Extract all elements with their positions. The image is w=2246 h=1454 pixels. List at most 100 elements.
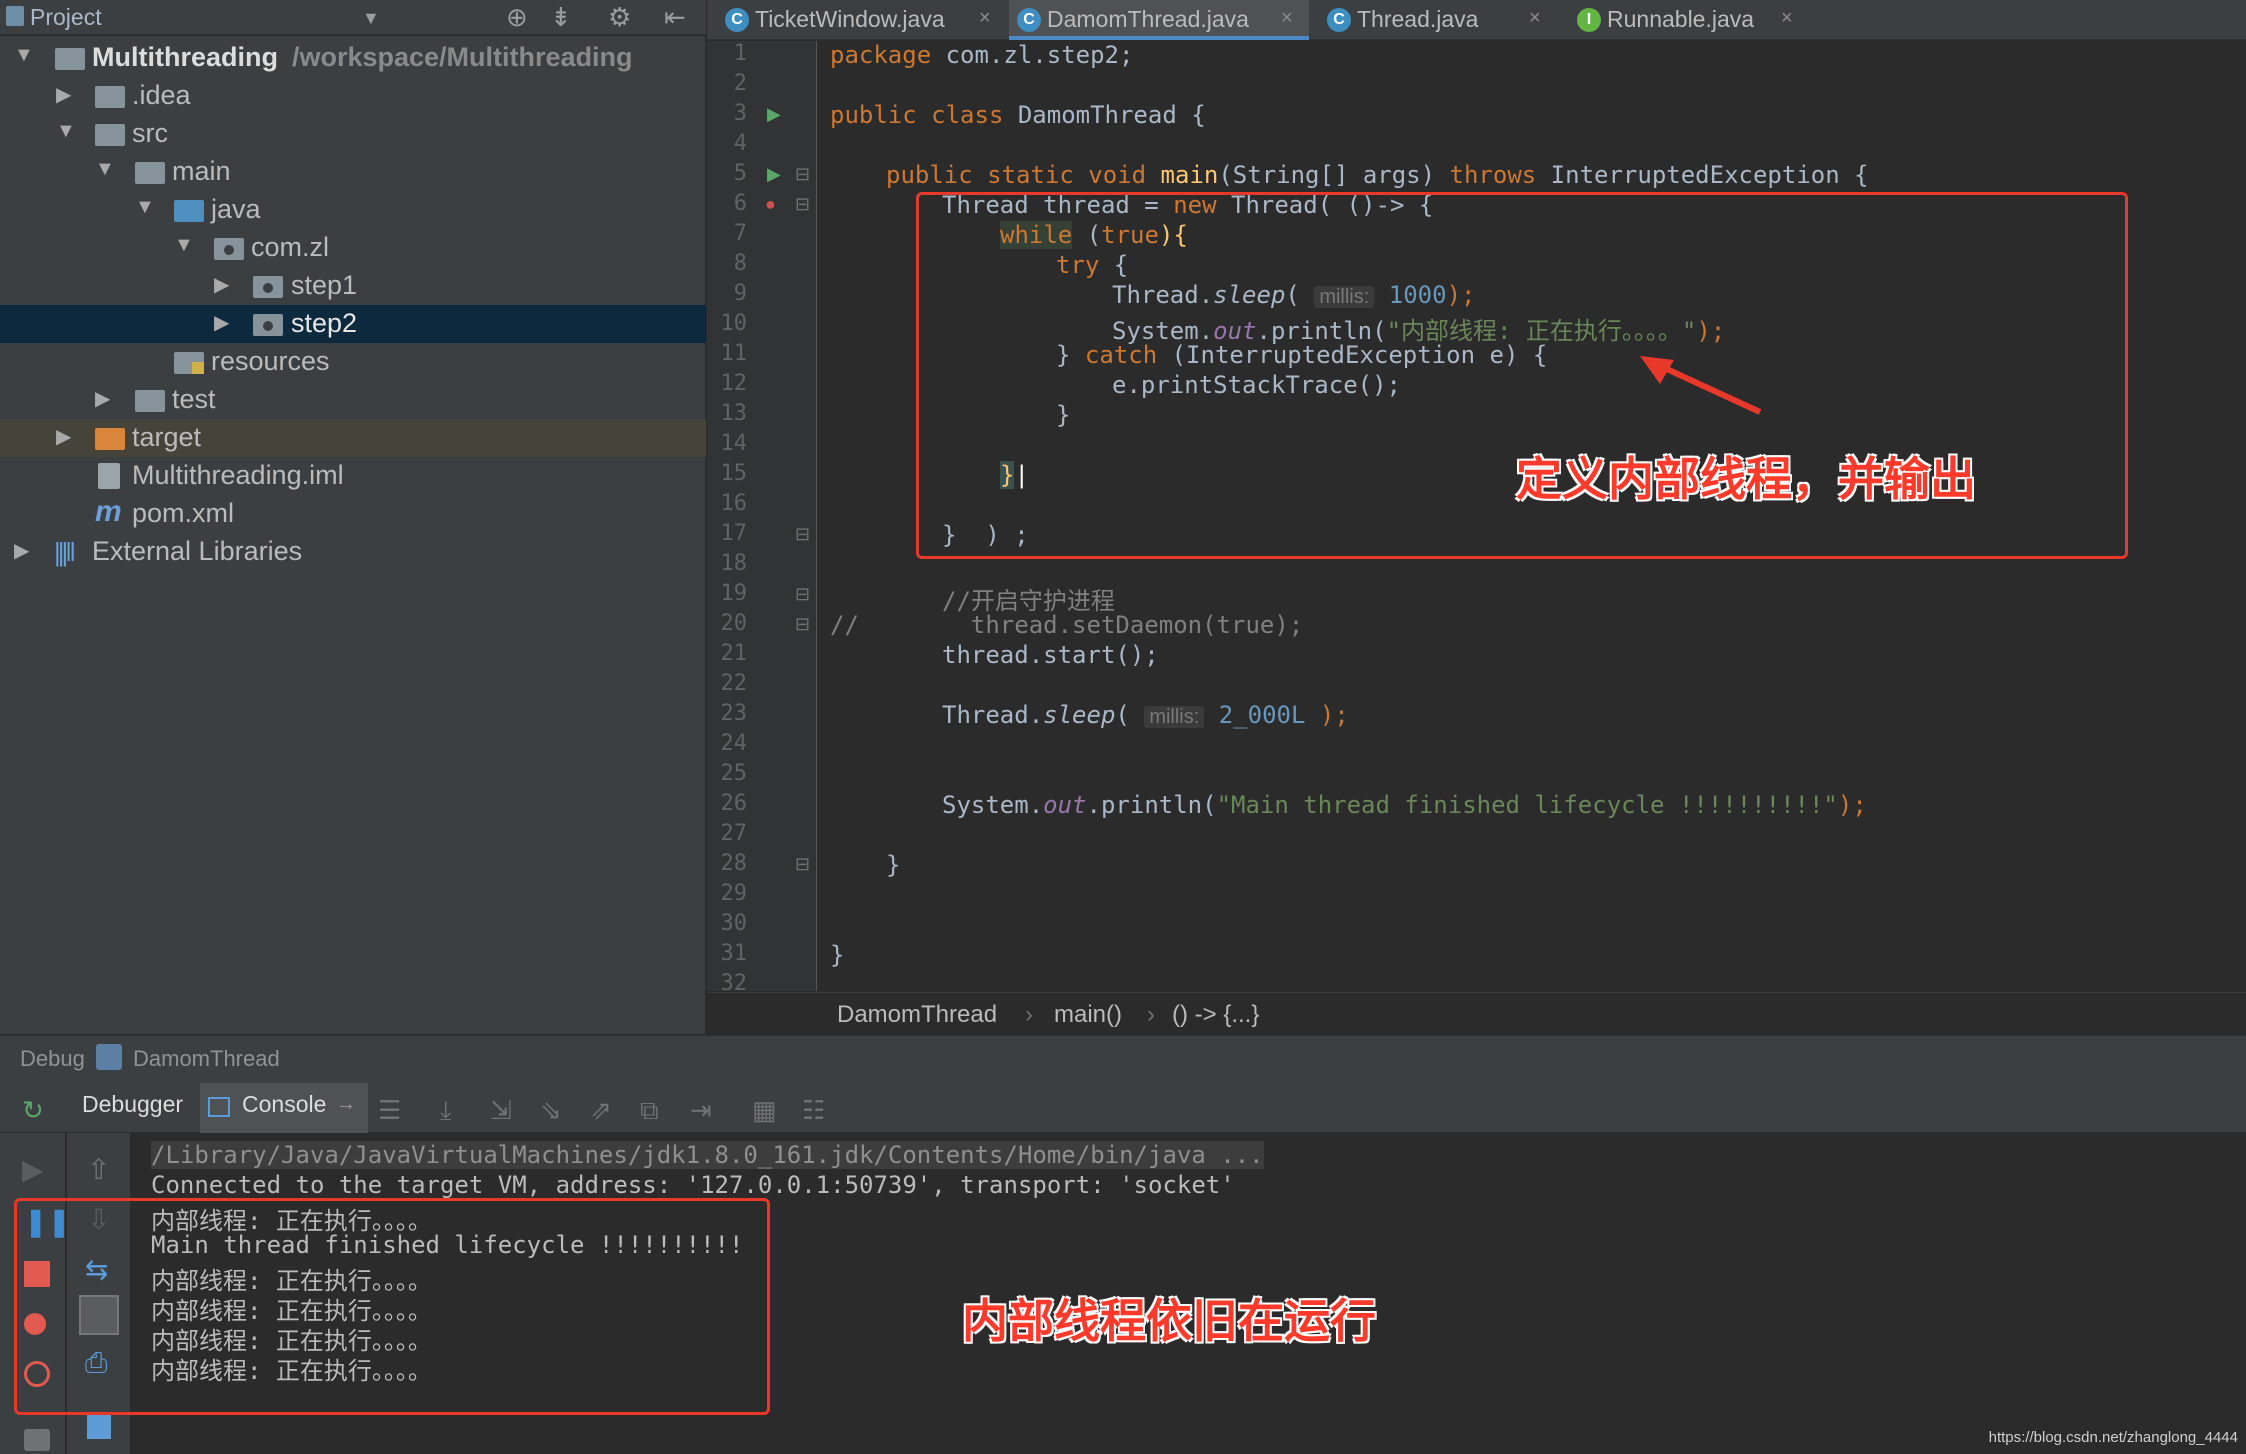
class-icon: C xyxy=(1327,8,1351,32)
step-out-icon[interactable]: ⇗ xyxy=(590,1095,612,1126)
tree-item-label: .idea xyxy=(132,80,191,110)
trace-icon[interactable]: ☷ xyxy=(802,1095,825,1126)
line-number: 17 xyxy=(720,521,748,546)
close-icon[interactable]: × xyxy=(1529,7,1541,30)
camera-icon[interactable] xyxy=(24,1429,50,1451)
run-config-name[interactable]: DamomThread xyxy=(133,1046,280,1072)
step-over-icon[interactable]: ⤓ xyxy=(440,1095,452,1127)
collapsed-arrow-icon[interactable]: ▶ xyxy=(95,386,117,411)
tree-item-idea[interactable]: ▶ .idea xyxy=(0,77,706,115)
libraries-icon: |||‖ xyxy=(54,537,76,567)
line-number: 23 xyxy=(720,701,748,726)
tree-item-label: step2 xyxy=(291,308,358,338)
show-execution-point-icon[interactable]: ☰ xyxy=(378,1095,401,1126)
debug-tool-window-header: Debug DamomThread xyxy=(0,1035,2246,1083)
drop-frame-icon[interactable]: ⧉ xyxy=(640,1095,659,1127)
breadcrumb-method[interactable]: main() xyxy=(1054,1001,1122,1029)
tab-thread[interactable]: C Thread.java × xyxy=(1319,0,1559,40)
tab-console[interactable]: Console → xyxy=(200,1083,368,1133)
rerun-icon[interactable]: ↻ xyxy=(22,1095,44,1126)
run-gutter-icon[interactable]: ▶ xyxy=(767,104,781,125)
package-icon xyxy=(253,276,283,298)
line-number: 12 xyxy=(720,371,748,396)
expanded-arrow-icon[interactable]: ▼ xyxy=(56,120,78,143)
module-folder-icon xyxy=(55,48,85,70)
tree-item-target[interactable]: ▶ target xyxy=(0,419,706,457)
breadcrumb-class[interactable]: DamomThread xyxy=(837,1001,997,1029)
line-number: 21 xyxy=(720,641,748,666)
fold-icon[interactable]: ⊟ xyxy=(795,584,810,605)
force-step-into-icon[interactable]: ⇘ xyxy=(540,1095,562,1126)
tree-item-main[interactable]: ▼ main xyxy=(0,153,706,191)
collapsed-arrow-icon[interactable]: ▶ xyxy=(14,538,36,563)
tree-item-resources[interactable]: resources xyxy=(0,343,706,381)
project-panel-title[interactable]: Project xyxy=(30,4,102,31)
close-icon[interactable]: × xyxy=(1781,7,1793,30)
hide-panel-icon[interactable]: ⇤ xyxy=(664,2,686,33)
breadcrumb-lambda[interactable]: () -> {...} xyxy=(1172,1001,1259,1029)
code-line-5: public static void main(String[] args) t… xyxy=(886,161,1869,189)
annotation-editor-note: 定义内部线程，并输出 xyxy=(1516,453,1976,505)
source-folder-icon xyxy=(174,200,204,222)
chevron-down-icon[interactable]: ▼ xyxy=(362,8,380,29)
line-number: 22 xyxy=(720,671,748,696)
fold-icon[interactable]: ⊟ xyxy=(795,524,810,545)
tree-item-src[interactable]: ▼ src xyxy=(0,115,706,153)
tree-item-iml[interactable]: Multithreading.iml xyxy=(0,457,706,495)
tree-item-test[interactable]: ▶ test xyxy=(0,381,706,419)
breakpoint-icon[interactable]: ● xyxy=(765,194,776,215)
tree-item-external-libraries[interactable]: ▶ |||‖ External Libraries xyxy=(0,533,706,571)
tree-item-com-zl[interactable]: ▼ com.zl xyxy=(0,229,706,267)
tree-item-label: src xyxy=(132,118,168,148)
expanded-arrow-icon[interactable]: ▼ xyxy=(95,158,117,181)
tree-item-step1[interactable]: ▶ step1 xyxy=(0,267,706,305)
tab-ticketwindow[interactable]: C TicketWindow.java × xyxy=(717,0,1007,40)
tree-item-multithreading[interactable]: ▼ Multithreading/workspace/Multithreadin… xyxy=(0,39,706,77)
run-gutter-icon[interactable]: ▶ xyxy=(767,164,781,185)
breadcrumb: DamomThread › main() › () -> {...} xyxy=(707,992,2246,1034)
collapsed-arrow-icon[interactable]: ▶ xyxy=(56,424,78,449)
locate-icon[interactable]: ⊕ xyxy=(506,2,528,33)
tree-item-pom[interactable]: m pom.xml xyxy=(0,495,706,533)
expanded-arrow-icon[interactable]: ▼ xyxy=(174,234,196,257)
code-line-3: public class DamomThread { xyxy=(830,101,1206,129)
close-icon[interactable]: × xyxy=(979,7,991,30)
fold-icon[interactable]: ⊟ xyxy=(795,194,810,215)
fold-icon[interactable]: ⊟ xyxy=(795,854,810,875)
line-number: 14 xyxy=(720,431,748,456)
run-to-cursor-icon[interactable]: ⇥ xyxy=(690,1095,712,1126)
line-number: 7 xyxy=(733,221,747,246)
close-icon[interactable]: × xyxy=(1281,7,1293,30)
tree-item-label: test xyxy=(172,384,216,414)
tree-item-step2[interactable]: ▶ step2 xyxy=(0,305,706,343)
resume-icon[interactable]: ▶ xyxy=(22,1153,44,1186)
collapsed-arrow-icon[interactable]: ▶ xyxy=(214,310,236,335)
tab-debugger[interactable]: Debugger xyxy=(82,1091,183,1118)
pin-arrow-icon[interactable]: → xyxy=(336,1093,356,1116)
line-number: 1 xyxy=(733,41,747,66)
evaluate-expression-icon[interactable]: ▦ xyxy=(752,1095,777,1126)
package-icon xyxy=(253,314,283,336)
arrow-up-icon[interactable]: ⇧ xyxy=(87,1153,110,1186)
fold-icon[interactable]: ⊟ xyxy=(795,164,810,185)
iml-file-icon xyxy=(98,463,120,489)
collapsed-arrow-icon[interactable]: ▶ xyxy=(56,82,78,107)
collapse-all-icon[interactable]: ⇟ xyxy=(550,2,572,33)
step-into-icon[interactable]: ⇲ xyxy=(490,1095,512,1126)
tree-item-label: main xyxy=(172,156,231,186)
tab-runnable[interactable]: I Runnable.java × xyxy=(1569,0,1809,40)
gear-icon[interactable]: ⚙ xyxy=(608,2,631,33)
console-line: /Library/Java/JavaVirtualMachines/jdk1.8… xyxy=(151,1141,1264,1169)
tree-item-label: pom.xml xyxy=(132,498,235,528)
expanded-arrow-icon[interactable]: ▼ xyxy=(14,44,36,67)
folder-icon xyxy=(135,162,165,184)
project-panel-header: Project ▼ ⊕ ⇟ ⚙ ⇤ xyxy=(0,0,706,35)
tab-label: TicketWindow.java xyxy=(755,6,945,32)
tree-item-java[interactable]: ▼ java xyxy=(0,191,706,229)
clear-all-icon[interactable] xyxy=(87,1413,111,1439)
fold-icon[interactable]: ⊟ xyxy=(795,614,810,635)
tab-damomthread[interactable]: C DamomThread.java × xyxy=(1009,0,1309,40)
expanded-arrow-icon[interactable]: ▼ xyxy=(135,196,157,219)
maven-icon: m xyxy=(95,495,122,528)
collapsed-arrow-icon[interactable]: ▶ xyxy=(214,272,236,297)
